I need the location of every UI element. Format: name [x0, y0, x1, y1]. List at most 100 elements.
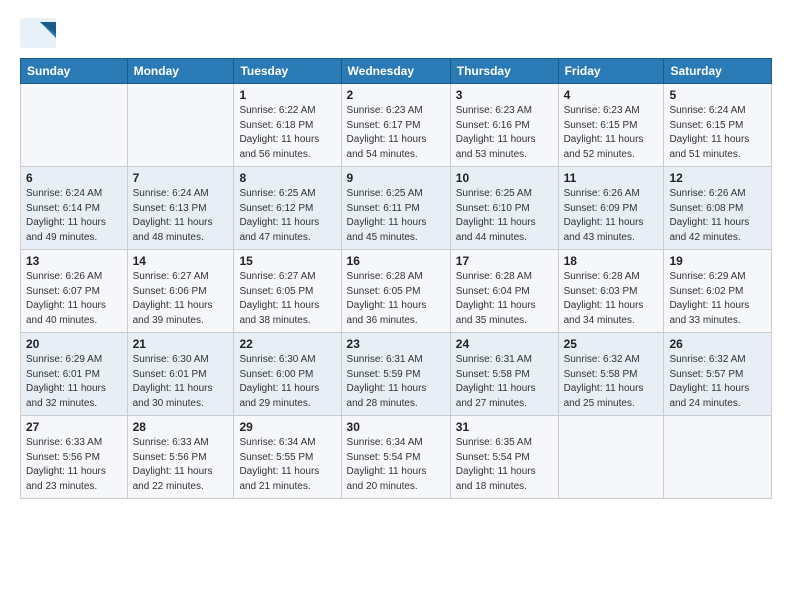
day-detail: Sunrise: 6:33 AM Sunset: 5:56 PM Dayligh… [26, 436, 122, 494]
day-number: 24 [456, 337, 553, 351]
day-detail: Sunrise: 6:22 AM Sunset: 6:18 PM Dayligh… [239, 104, 335, 162]
day-number: 13 [26, 254, 122, 268]
column-header-tuesday: Tuesday [234, 59, 341, 84]
calendar-cell: 24 Sunrise: 6:31 AM Sunset: 5:58 PM Dayli… [450, 333, 558, 416]
day-detail: Sunrise: 6:25 AM Sunset: 6:12 PM Dayligh… [239, 187, 335, 245]
day-number: 14 [133, 254, 229, 268]
day-number: 11 [564, 171, 659, 185]
calendar-cell: 27 Sunrise: 6:33 AM Sunset: 5:56 PM Dayli… [21, 416, 128, 499]
generalblue-logo-icon [20, 18, 56, 48]
calendar-cell: 10Sunrise: 6:25 AM Sunset: 6:10 PM Dayli… [450, 167, 558, 250]
day-detail: Sunrise: 6:33 AM Sunset: 5:56 PM Dayligh… [133, 436, 229, 494]
day-number: 23 [347, 337, 445, 351]
day-detail: Sunrise: 6:26 AM Sunset: 6:07 PM Dayligh… [26, 270, 122, 328]
column-header-monday: Monday [127, 59, 234, 84]
day-detail: Sunrise: 6:35 AM Sunset: 5:54 PM Dayligh… [456, 436, 553, 494]
day-number: 19 [669, 254, 766, 268]
day-detail: Sunrise: 6:34 AM Sunset: 5:54 PM Dayligh… [347, 436, 445, 494]
calendar-cell: 17 Sunrise: 6:28 AM Sunset: 6:04 PM Dayli… [450, 250, 558, 333]
calendar-table: SundayMondayTuesdayWednesdayThursdayFrid… [20, 58, 772, 499]
day-detail: Sunrise: 6:28 AM Sunset: 6:05 PM Dayligh… [347, 270, 445, 328]
day-detail: Sunrise: 6:28 AM Sunset: 6:04 PM Dayligh… [456, 270, 553, 328]
header [20, 18, 772, 48]
calendar-cell: 13 Sunrise: 6:26 AM Sunset: 6:07 PM Dayli… [21, 250, 128, 333]
day-detail: Sunrise: 6:32 AM Sunset: 5:57 PM Dayligh… [669, 353, 766, 411]
column-header-saturday: Saturday [664, 59, 772, 84]
day-number: 31 [456, 420, 553, 434]
day-number: 5 [669, 88, 766, 102]
logo [20, 18, 60, 48]
day-number: 27 [26, 420, 122, 434]
column-header-thursday: Thursday [450, 59, 558, 84]
day-detail: Sunrise: 6:26 AM Sunset: 6:09 PM Dayligh… [564, 187, 659, 245]
day-number: 3 [456, 88, 553, 102]
day-number: 20 [26, 337, 122, 351]
day-detail: Sunrise: 6:27 AM Sunset: 6:05 PM Dayligh… [239, 270, 335, 328]
day-number: 21 [133, 337, 229, 351]
day-detail: Sunrise: 6:31 AM Sunset: 5:59 PM Dayligh… [347, 353, 445, 411]
calendar-cell: 2 Sunrise: 6:23 AM Sunset: 6:17 PM Daylig… [341, 84, 450, 167]
calendar-week-row: 1Sunrise: 6:22 AM Sunset: 6:18 PM Daylig… [21, 84, 772, 167]
day-detail: Sunrise: 6:29 AM Sunset: 6:01 PM Dayligh… [26, 353, 122, 411]
day-number: 25 [564, 337, 659, 351]
calendar-cell [127, 84, 234, 167]
calendar-cell [558, 416, 664, 499]
calendar-cell: 30 Sunrise: 6:34 AM Sunset: 5:54 PM Dayli… [341, 416, 450, 499]
calendar-cell: 31 Sunrise: 6:35 AM Sunset: 5:54 PM Dayli… [450, 416, 558, 499]
day-number: 6 [26, 171, 122, 185]
calendar-cell: 14Sunrise: 6:27 AM Sunset: 6:06 PM Dayli… [127, 250, 234, 333]
day-number: 17 [456, 254, 553, 268]
day-detail: Sunrise: 6:34 AM Sunset: 5:55 PM Dayligh… [239, 436, 335, 494]
column-header-sunday: Sunday [21, 59, 128, 84]
page: SundayMondayTuesdayWednesdayThursdayFrid… [0, 0, 792, 612]
day-detail: Sunrise: 6:31 AM Sunset: 5:58 PM Dayligh… [456, 353, 553, 411]
day-number: 2 [347, 88, 445, 102]
calendar-cell: 15 Sunrise: 6:27 AM Sunset: 6:05 PM Dayli… [234, 250, 341, 333]
day-number: 26 [669, 337, 766, 351]
calendar-cell: 4 Sunrise: 6:23 AM Sunset: 6:15 PM Daylig… [558, 84, 664, 167]
calendar-cell: 25Sunrise: 6:32 AM Sunset: 5:58 PM Dayli… [558, 333, 664, 416]
day-number: 4 [564, 88, 659, 102]
calendar-cell: 8 Sunrise: 6:25 AM Sunset: 6:12 PM Daylig… [234, 167, 341, 250]
calendar-cell: 9Sunrise: 6:25 AM Sunset: 6:11 PM Daylig… [341, 167, 450, 250]
calendar-cell: 1Sunrise: 6:22 AM Sunset: 6:18 PM Daylig… [234, 84, 341, 167]
calendar-week-row: 13 Sunrise: 6:26 AM Sunset: 6:07 PM Dayli… [21, 250, 772, 333]
day-detail: Sunrise: 6:30 AM Sunset: 6:01 PM Dayligh… [133, 353, 229, 411]
day-detail: Sunrise: 6:23 AM Sunset: 6:16 PM Dayligh… [456, 104, 553, 162]
day-number: 9 [347, 171, 445, 185]
day-number: 29 [239, 420, 335, 434]
day-number: 28 [133, 420, 229, 434]
calendar-cell: 19 Sunrise: 6:29 AM Sunset: 6:02 PM Dayli… [664, 250, 772, 333]
day-number: 10 [456, 171, 553, 185]
calendar-cell: 29 Sunrise: 6:34 AM Sunset: 5:55 PM Dayli… [234, 416, 341, 499]
calendar-cell: 28 Sunrise: 6:33 AM Sunset: 5:56 PM Dayli… [127, 416, 234, 499]
day-number: 12 [669, 171, 766, 185]
day-number: 22 [239, 337, 335, 351]
day-detail: Sunrise: 6:23 AM Sunset: 6:17 PM Dayligh… [347, 104, 445, 162]
day-detail: Sunrise: 6:24 AM Sunset: 6:15 PM Dayligh… [669, 104, 766, 162]
day-number: 16 [347, 254, 445, 268]
day-number: 7 [133, 171, 229, 185]
day-detail: Sunrise: 6:28 AM Sunset: 6:03 PM Dayligh… [564, 270, 659, 328]
calendar-cell: 11 Sunrise: 6:26 AM Sunset: 6:09 PM Dayli… [558, 167, 664, 250]
calendar-cell: 12Sunrise: 6:26 AM Sunset: 6:08 PM Dayli… [664, 167, 772, 250]
calendar-cell: 5 Sunrise: 6:24 AM Sunset: 6:15 PM Daylig… [664, 84, 772, 167]
day-number: 8 [239, 171, 335, 185]
calendar-cell: 21 Sunrise: 6:30 AM Sunset: 6:01 PM Dayli… [127, 333, 234, 416]
day-number: 30 [347, 420, 445, 434]
calendar-cell: 20 Sunrise: 6:29 AM Sunset: 6:01 PM Dayli… [21, 333, 128, 416]
calendar-cell: 6 Sunrise: 6:24 AM Sunset: 6:14 PM Daylig… [21, 167, 128, 250]
day-detail: Sunrise: 6:29 AM Sunset: 6:02 PM Dayligh… [669, 270, 766, 328]
calendar-cell: 18 Sunrise: 6:28 AM Sunset: 6:03 PM Dayli… [558, 250, 664, 333]
day-detail: Sunrise: 6:24 AM Sunset: 6:14 PM Dayligh… [26, 187, 122, 245]
calendar-header-row: SundayMondayTuesdayWednesdayThursdayFrid… [21, 59, 772, 84]
day-number: 18 [564, 254, 659, 268]
calendar-cell [21, 84, 128, 167]
calendar-week-row: 27 Sunrise: 6:33 AM Sunset: 5:56 PM Dayli… [21, 416, 772, 499]
calendar-cell: 23 Sunrise: 6:31 AM Sunset: 5:59 PM Dayli… [341, 333, 450, 416]
calendar-week-row: 20 Sunrise: 6:29 AM Sunset: 6:01 PM Dayli… [21, 333, 772, 416]
day-detail: Sunrise: 6:23 AM Sunset: 6:15 PM Dayligh… [564, 104, 659, 162]
day-number: 15 [239, 254, 335, 268]
calendar-cell: 26 Sunrise: 6:32 AM Sunset: 5:57 PM Dayli… [664, 333, 772, 416]
day-detail: Sunrise: 6:24 AM Sunset: 6:13 PM Dayligh… [133, 187, 229, 245]
